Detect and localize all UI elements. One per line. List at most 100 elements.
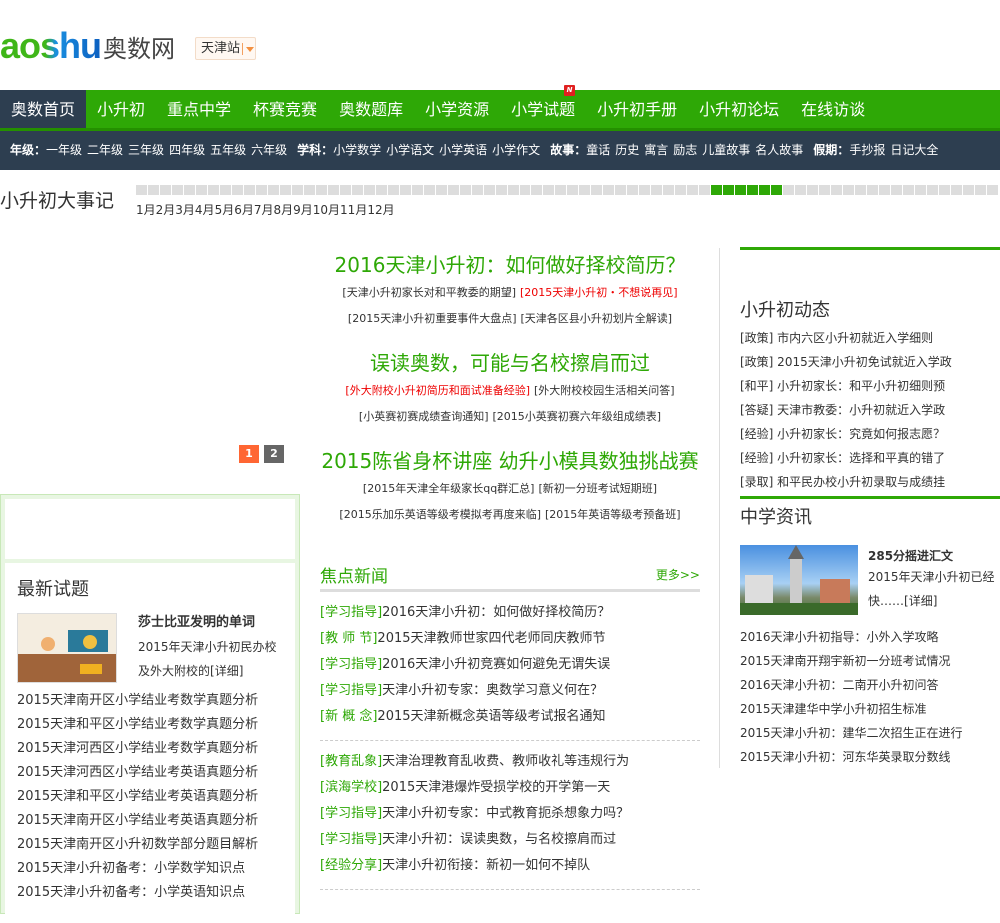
headline-link[interactable]: [天津各区县小升初划片全解读] [520, 312, 672, 325]
headline-link[interactable]: [2015小英赛初赛六年级组成绩表] [493, 410, 662, 423]
nav-item[interactable]: 重点中学 [156, 90, 242, 128]
news-tag[interactable]: [教育乱象] [320, 754, 382, 769]
timeline-segment[interactable] [687, 185, 699, 195]
list-item[interactable]: 2015天津小升初备考：小学数学知识点 [17, 861, 245, 876]
timeline-segment[interactable] [747, 185, 759, 195]
subnav-link[interactable]: 励志 [673, 143, 697, 157]
subnav-link[interactable]: 小学英语 [439, 143, 487, 157]
news-title[interactable]: 2015天津教师世家四代老师同庆教师节 [377, 631, 605, 646]
timeline-segment[interactable] [926, 185, 938, 195]
subnav-link[interactable]: 寓言 [644, 143, 668, 157]
timeline-segment[interactable] [555, 185, 567, 195]
timeline-segment[interactable] [903, 185, 914, 195]
news-title[interactable]: 2016天津小升初竞赛如何避免无谓失误 [382, 657, 610, 672]
feature-image[interactable] [740, 545, 858, 615]
news-tag[interactable]: [滨海学校] [320, 780, 382, 795]
timeline-month[interactable]: 3月 [175, 201, 195, 218]
timeline-segment[interactable] [879, 185, 891, 195]
timeline-segment[interactable] [783, 185, 795, 195]
news-item[interactable]: [滨海学校]2015天津港爆炸受损学校的开学第一天 [320, 775, 700, 801]
list-item[interactable]: [录取] 和平民办校小升初录取与成绩挂 [740, 475, 945, 489]
news-item[interactable]: [教 师 节]2015天津教师世家四代老师同庆教师节 [320, 626, 700, 652]
headline-link[interactable]: [外大附校小升初简历和面试准备经验] [345, 384, 530, 397]
timeline-segment[interactable] [315, 185, 327, 195]
headline-link[interactable]: [2015年天津全年级家长qq群汇总] [363, 482, 535, 495]
subnav-link[interactable]: 四年级 [169, 143, 205, 157]
news-title[interactable]: 天津小升初专家：中式教育扼杀想象力吗？ [382, 806, 629, 821]
timeline-segment[interactable] [435, 185, 447, 195]
list-item[interactable]: 2015天津和平区小学结业考英语真题分析 [17, 789, 258, 804]
timeline-segment[interactable] [351, 185, 363, 195]
news-tag[interactable]: [学习指导] [320, 605, 382, 620]
news-tag[interactable]: [学习指导] [320, 683, 382, 698]
news-item[interactable]: [教育乱象]天津治理教育乱收费、教师收礼等违规行为 [320, 749, 700, 775]
nav-item[interactable]: 小升初手册 [586, 90, 688, 128]
headline-link[interactable]: [2015天津小升初・不想说再见] [520, 286, 678, 299]
timeline-segment[interactable] [771, 185, 783, 195]
timeline-month[interactable]: 5月 [215, 201, 235, 218]
subnav-link[interactable]: 六年级 [251, 143, 287, 157]
timeline-month[interactable]: 8月 [273, 201, 293, 218]
timeline-segment[interactable] [950, 185, 962, 195]
timeline-segment[interactable] [914, 185, 926, 195]
subnav-link[interactable]: 五年级 [210, 143, 246, 157]
subnav-link[interactable]: 二年级 [87, 143, 123, 157]
timeline-segment[interactable] [843, 185, 855, 195]
timeline-segment[interactable] [279, 185, 291, 195]
nav-item[interactable]: 小升初论坛 [688, 90, 790, 128]
timeline-segment[interactable] [195, 185, 207, 195]
headline-link[interactable]: [外大附校校园生活相关问答] [534, 384, 675, 397]
list-item[interactable]: [答疑] 天津市教委：小升初就近入学政 [740, 403, 945, 417]
detail-link[interactable]: [详细] [210, 664, 243, 678]
timeline-segment[interactable] [387, 185, 399, 195]
timeline-segment[interactable] [375, 185, 387, 195]
timeline-month[interactable]: 9月 [293, 201, 313, 218]
timeline-segment[interactable] [207, 185, 219, 195]
subnav-link[interactable]: 小学语文 [386, 143, 434, 157]
timeline-segment[interactable] [579, 185, 591, 195]
timeline-segment[interactable] [411, 185, 423, 195]
carousel-page[interactable]: 2 [264, 445, 284, 463]
timeline-month[interactable]: 1月 [136, 201, 156, 218]
subnav-link[interactable]: 一年级 [46, 143, 82, 157]
timeline-segment[interactable] [327, 185, 339, 195]
timeline-segment[interactable] [759, 185, 771, 195]
list-item[interactable]: 2015天津河西区小学结业考数学真题分析 [17, 741, 258, 756]
nav-item[interactable]: 奥数首页 [0, 90, 87, 128]
news-title[interactable]: 天津小升初专家：奥数学习意义何在？ [382, 683, 603, 698]
timeline-segment[interactable] [711, 185, 723, 195]
list-item[interactable]: 2015天津河西区小学结业考英语真题分析 [17, 765, 258, 780]
detail-link[interactable]: [详细] [904, 594, 937, 608]
city-selector[interactable]: 天津站 [195, 37, 256, 60]
news-item[interactable]: [学习指导]2016天津小升初：如何做好择校简历？ [320, 600, 700, 626]
feature-title[interactable]: 285分摇进汇文 [868, 547, 1000, 565]
timeline-segment[interactable] [159, 185, 171, 195]
list-item[interactable]: 2015天津南开翔宇新初一分班考试情况 [740, 654, 951, 668]
timeline-month[interactable]: 10月 [313, 201, 340, 218]
carousel-page[interactable]: 1 [239, 445, 259, 463]
subnav-link[interactable]: 童话 [586, 143, 610, 157]
nav-item[interactable]: 奥数题库 [328, 90, 414, 128]
news-tag[interactable]: [学习指导] [320, 832, 382, 847]
headline-link[interactable]: [2015年英语等级考预备班] [545, 508, 681, 521]
timeline-segment[interactable] [795, 185, 807, 195]
timeline-segment[interactable] [855, 185, 867, 195]
feature-image[interactable] [17, 613, 117, 683]
feature-item[interactable]: 285分摇进汇文 2015年天津小升初已经快……[详细] [740, 545, 1000, 615]
timeline-segment[interactable] [231, 185, 243, 195]
timeline-segment[interactable] [591, 185, 603, 195]
headline-title[interactable]: 误读奥数，可能与名校擦肩而过 [320, 348, 700, 378]
timeline-month[interactable]: 11月 [340, 201, 367, 218]
timeline-segment[interactable] [543, 185, 555, 195]
more-link[interactable]: 更多>> [656, 566, 700, 583]
news-tag[interactable]: [经验分享] [320, 858, 382, 873]
headline-link[interactable]: [新初一分班考试短期班] [538, 482, 657, 495]
timeline-segment[interactable] [651, 185, 663, 195]
news-item[interactable]: [学习指导]天津小升初专家：中式教育扼杀想象力吗？ [320, 801, 700, 827]
list-item[interactable]: [政策] 市内六区小升初就近入学细则 [740, 331, 933, 345]
timeline-segment[interactable] [891, 185, 902, 195]
timeline-segment[interactable] [962, 185, 974, 195]
timeline-segment[interactable] [603, 185, 615, 195]
news-title[interactable]: 天津小升初：误读奥数，与名校擦肩而过 [382, 832, 616, 847]
news-item[interactable]: [新 概 念]2015天津新概念英语等级考试报名通知 [320, 704, 700, 730]
